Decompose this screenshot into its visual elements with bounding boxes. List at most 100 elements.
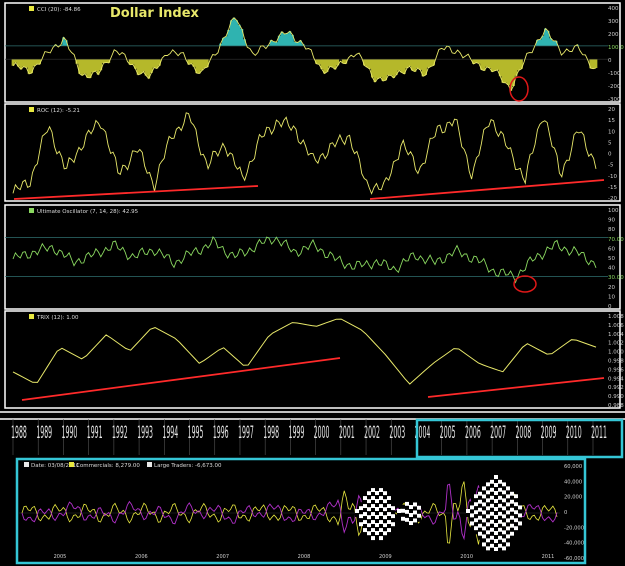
cot-checker-region-3 [494,531,498,535]
cot-checker-region-3 [498,507,502,512]
cot-checker-region-3 [502,482,506,487]
cot-x-tick-label: 2011 [542,554,555,560]
cot-checker-region-3 [490,475,494,480]
y-tick-label: 60 [608,246,615,252]
cot-checker-region-2 [409,505,413,510]
cot-checker-region-2 [417,509,421,514]
cot-checker-region-1 [383,531,387,536]
cot-checker-region-3 [506,506,510,511]
cot-legend-swatch [24,462,29,467]
cot-checker-region-3 [486,482,490,487]
cot-checker-region-3 [498,503,502,508]
y-tick-label: 90 [608,218,615,224]
cot-checker-region-2 [417,505,421,510]
cot-checker-region-1 [371,532,375,537]
cot-checker-region-3 [478,491,482,496]
cot-checker-region-3 [506,510,510,515]
cot-checker-region-1 [391,514,395,519]
cot-checker-region-3 [494,527,498,531]
cot-checker-region-1 [371,492,375,497]
cot-y-tick-label: 60,000 [564,464,582,470]
cot-checker-region-3 [498,499,502,504]
cot-checker-region-3 [470,521,474,526]
cot-checker-region-3 [498,539,502,544]
cot-checker-region-3 [490,515,494,520]
cot-checker-region-3 [482,490,486,495]
cot-checker-region-3 [498,515,502,520]
year-tick-label: 2005 [440,423,456,443]
cot-checker-region-3 [498,487,502,492]
cot-checker-region-3 [478,519,482,524]
cot-checker-region-3 [490,527,494,532]
cot-checker-region-1 [371,520,375,525]
cot-checker-region-1 [371,516,375,521]
background [0,0,625,566]
y-tick-label: 0.996 [608,367,624,373]
cot-checker-region-1 [383,527,387,532]
cot-checker-region-1 [371,512,375,517]
cot-checker-region-3 [490,483,494,488]
cot-checker-region-3 [474,530,478,535]
cot-checker-region-1 [367,519,371,524]
cot-checker-region-1 [371,496,375,501]
cot-checker-region-3 [478,507,482,512]
cot-checker-region-3 [494,487,498,491]
cot-checker-region-3 [482,510,486,515]
cot-checker-region-1 [387,496,391,501]
cot-checker-region-3 [482,502,486,507]
year-tick-label: 1998 [263,423,279,443]
cot-checker-region-2 [409,513,413,518]
cot-x-tick-label: 2007 [216,554,229,560]
cot-x-tick-label: 2006 [135,554,148,560]
y-tick-label: 0.990 [608,394,624,400]
cot-checker-region-3 [482,514,486,519]
cot-checker-region-1 [379,532,383,537]
cot-checker-region-2 [413,506,417,511]
cot-checker-region-3 [490,507,494,512]
cot-y-tick-label: -60,000 [564,556,584,562]
cot-checker-region-3 [506,518,510,523]
cot-checker-region-1 [367,503,371,508]
y-tick-label: 0 [608,304,612,310]
cot-checker-region-3 [502,518,506,523]
cot-checker-region-3 [494,479,498,483]
cot-checker-region-3 [510,535,514,540]
cot-checker-region-1 [367,507,371,512]
cot-checker-region-3 [494,535,498,539]
cot-checker-region-1 [363,504,367,509]
year-tick-label: 2003 [389,423,405,443]
cot-checker-region-1 [363,516,367,521]
cot-checker-region-3 [494,547,498,551]
cot-checker-region-3 [486,510,490,515]
year-tick-label: 2001 [339,423,355,443]
cot-checker-region-3 [482,518,486,523]
cot-checker-region-1 [367,511,371,516]
cot-checker-region-3 [502,546,506,551]
cot-checker-region-3 [494,539,498,543]
cot-checker-region-3 [498,531,502,536]
cot-checker-region-3 [502,534,506,539]
year-tick-label: 1996 [213,423,229,443]
cot-checker-region-1 [367,491,371,496]
cot-checker-region-3 [506,502,510,507]
year-tick-label: 1990 [62,423,78,443]
cot-checker-region-3 [478,535,482,540]
cot-checker-region-3 [498,483,502,488]
cot-checker-region-3 [510,499,514,504]
cot-checker-region-1 [379,492,383,497]
cot-checker-region-3 [494,503,498,507]
cot-checker-region-3 [486,478,490,483]
cot-y-tick-label: 40,000 [564,479,582,485]
cot-checker-region-1 [367,499,371,504]
y-tick-label: 0.992 [608,385,624,391]
cot-checker-region-3 [478,499,482,504]
cot-checker-region-3 [486,534,490,539]
cot-y-tick-label: 20,000 [564,495,582,501]
cot-checker-region-3 [502,478,506,483]
cot-checker-region-3 [486,514,490,519]
cot-checker-region-3 [510,507,514,512]
chart-title: Dollar Index [110,6,200,21]
cot-checker-region-3 [514,526,518,531]
cot-checker-region-2 [405,517,409,522]
cot-checker-region-2 [405,513,409,518]
